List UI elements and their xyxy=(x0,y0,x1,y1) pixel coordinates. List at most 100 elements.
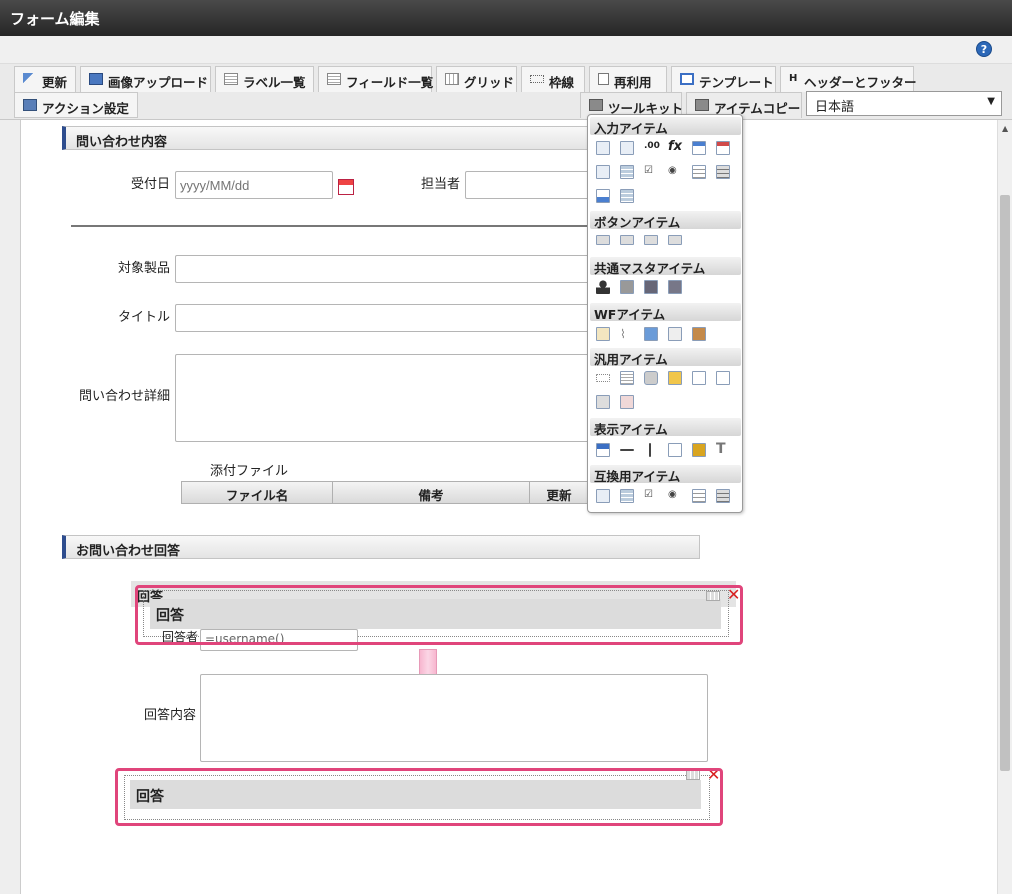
tab-action-settings[interactable]: アクション設定 xyxy=(14,92,138,118)
help-icon[interactable]: ? xyxy=(976,41,992,57)
listbox-icon[interactable] xyxy=(620,165,634,179)
tab-label: テンプレート xyxy=(699,75,774,90)
tab-reuse[interactable]: 再利用 xyxy=(589,66,667,92)
image-icon[interactable] xyxy=(644,327,658,341)
highlight-frame xyxy=(135,585,743,645)
datetime-icon[interactable] xyxy=(716,141,730,155)
tab-field-list[interactable]: フィールド一覧 xyxy=(318,66,433,92)
vertical-scrollbar[interactable]: ▲ xyxy=(997,120,1012,894)
textarea-icon[interactable] xyxy=(692,489,706,503)
toolbox-icon xyxy=(589,99,603,111)
document-icon[interactable] xyxy=(620,371,634,385)
checkbox-icon[interactable]: ☑ xyxy=(644,489,658,503)
answer-content-label: 回答内容 xyxy=(143,708,196,723)
media-icon[interactable] xyxy=(620,395,634,409)
organization-icon[interactable] xyxy=(620,280,634,294)
history-icon[interactable] xyxy=(668,327,682,341)
tab-update[interactable]: 更新 xyxy=(14,66,76,92)
role-icon[interactable] xyxy=(668,280,682,294)
tab-label-list[interactable]: ラベル一覧 xyxy=(215,66,314,92)
user-icon[interactable] xyxy=(596,280,610,294)
table-icon[interactable] xyxy=(716,165,730,179)
received-date-input[interactable] xyxy=(175,171,333,199)
tab-label: 画像アップロード xyxy=(108,75,209,90)
toolbox-icon xyxy=(695,99,709,111)
palette-group-display: 表示アイテム xyxy=(590,418,741,437)
text-icon[interactable]: T xyxy=(716,441,730,457)
checkbox-icon[interactable]: ☑ xyxy=(644,165,658,179)
border-icon xyxy=(530,75,544,83)
export-icon[interactable] xyxy=(692,371,706,385)
bulb-icon[interactable] xyxy=(668,371,682,385)
button-return-icon[interactable] xyxy=(668,235,682,245)
tab-label: ヘッダーとフッター xyxy=(804,75,917,90)
textbox-wide-icon[interactable] xyxy=(620,141,634,155)
scrollbar-thumb[interactable] xyxy=(1000,195,1010,771)
title-label: タイトル xyxy=(117,310,170,325)
tab-image-upload[interactable]: 画像アップロード xyxy=(80,66,211,92)
tab-border[interactable]: 枠線 xyxy=(521,66,585,92)
tab-header-footer[interactable]: H ヘッダーとフッター xyxy=(780,66,917,92)
header-icon[interactable] xyxy=(596,443,610,457)
radio-icon[interactable]: ◉ xyxy=(668,489,682,503)
list-icon xyxy=(224,73,238,85)
picture-icon[interactable] xyxy=(692,443,706,457)
palette-group-compat: 互換用アイテム xyxy=(590,465,741,484)
group-icon[interactable] xyxy=(644,280,658,294)
assignee-input[interactable] xyxy=(465,171,589,199)
dropdown-icon[interactable] xyxy=(596,489,610,503)
formula-icon[interactable]: fx xyxy=(668,139,682,154)
vertical-line-icon[interactable] xyxy=(649,443,651,457)
tab-label: ラベル一覧 xyxy=(243,75,306,90)
textarea-icon[interactable] xyxy=(692,165,706,179)
highlight-frame xyxy=(115,768,723,826)
update-icon xyxy=(23,73,37,85)
tab-grid[interactable]: グリッド xyxy=(436,66,517,92)
button-next-icon[interactable] xyxy=(620,235,634,245)
radio-icon[interactable]: ◉ xyxy=(668,165,682,179)
column-header: 備考 xyxy=(333,482,530,503)
grid-table-icon[interactable] xyxy=(620,189,634,203)
spacer-icon[interactable] xyxy=(596,374,610,382)
section-header-answer: お問い合わせ回答 xyxy=(62,535,700,559)
dropdown-icon[interactable] xyxy=(596,165,610,179)
image-upload-icon xyxy=(89,73,103,85)
frame-icon[interactable] xyxy=(668,443,682,457)
stamp-icon[interactable] xyxy=(692,327,706,341)
button-back-icon[interactable] xyxy=(644,235,658,245)
panel-icon[interactable] xyxy=(596,395,610,409)
file-upload-icon[interactable] xyxy=(596,189,610,203)
clipboard-icon[interactable] xyxy=(596,327,610,341)
tab-template[interactable]: テンプレート xyxy=(671,66,776,92)
left-gutter xyxy=(0,120,20,894)
paperclip-icon[interactable]: ⌇ xyxy=(620,327,634,341)
chevron-down-icon: ▼ xyxy=(987,96,995,107)
horizontal-line-icon[interactable] xyxy=(620,449,634,451)
import-icon[interactable] xyxy=(716,371,730,385)
palette-group-wf: WFアイテム xyxy=(590,303,741,322)
scroll-up-icon[interactable]: ▲ xyxy=(1002,124,1008,133)
tab-label: グリッド xyxy=(464,75,515,90)
answer-content-textarea[interactable] xyxy=(200,674,708,762)
palette-group-button: ボタンアイテム xyxy=(590,211,741,230)
detail-label: 問い合わせ詳細 xyxy=(78,389,170,404)
number-icon[interactable]: .00 xyxy=(644,141,660,155)
tab-label: 再利用 xyxy=(614,75,652,90)
product-input[interactable] xyxy=(175,255,589,283)
column-header: ファイル名 xyxy=(182,482,333,503)
title-input[interactable] xyxy=(175,304,589,332)
document-icon xyxy=(598,73,609,85)
camera-icon[interactable] xyxy=(644,371,658,385)
window-title: フォーム編集 xyxy=(0,0,1012,36)
detail-textarea[interactable] xyxy=(175,354,589,442)
product-label: 対象製品 xyxy=(117,261,170,276)
listbox-icon[interactable] xyxy=(620,489,634,503)
button-ok-icon[interactable] xyxy=(596,235,610,245)
header-footer-icon: H xyxy=(789,73,798,84)
textbox-icon[interactable] xyxy=(596,141,610,155)
palette-group-master: 共通マスタアイテム xyxy=(590,257,741,276)
language-select[interactable]: 日本語 ▼ xyxy=(806,91,1002,116)
date-icon[interactable] xyxy=(692,141,706,155)
table-icon[interactable] xyxy=(716,489,730,503)
calendar-icon[interactable] xyxy=(338,179,354,195)
